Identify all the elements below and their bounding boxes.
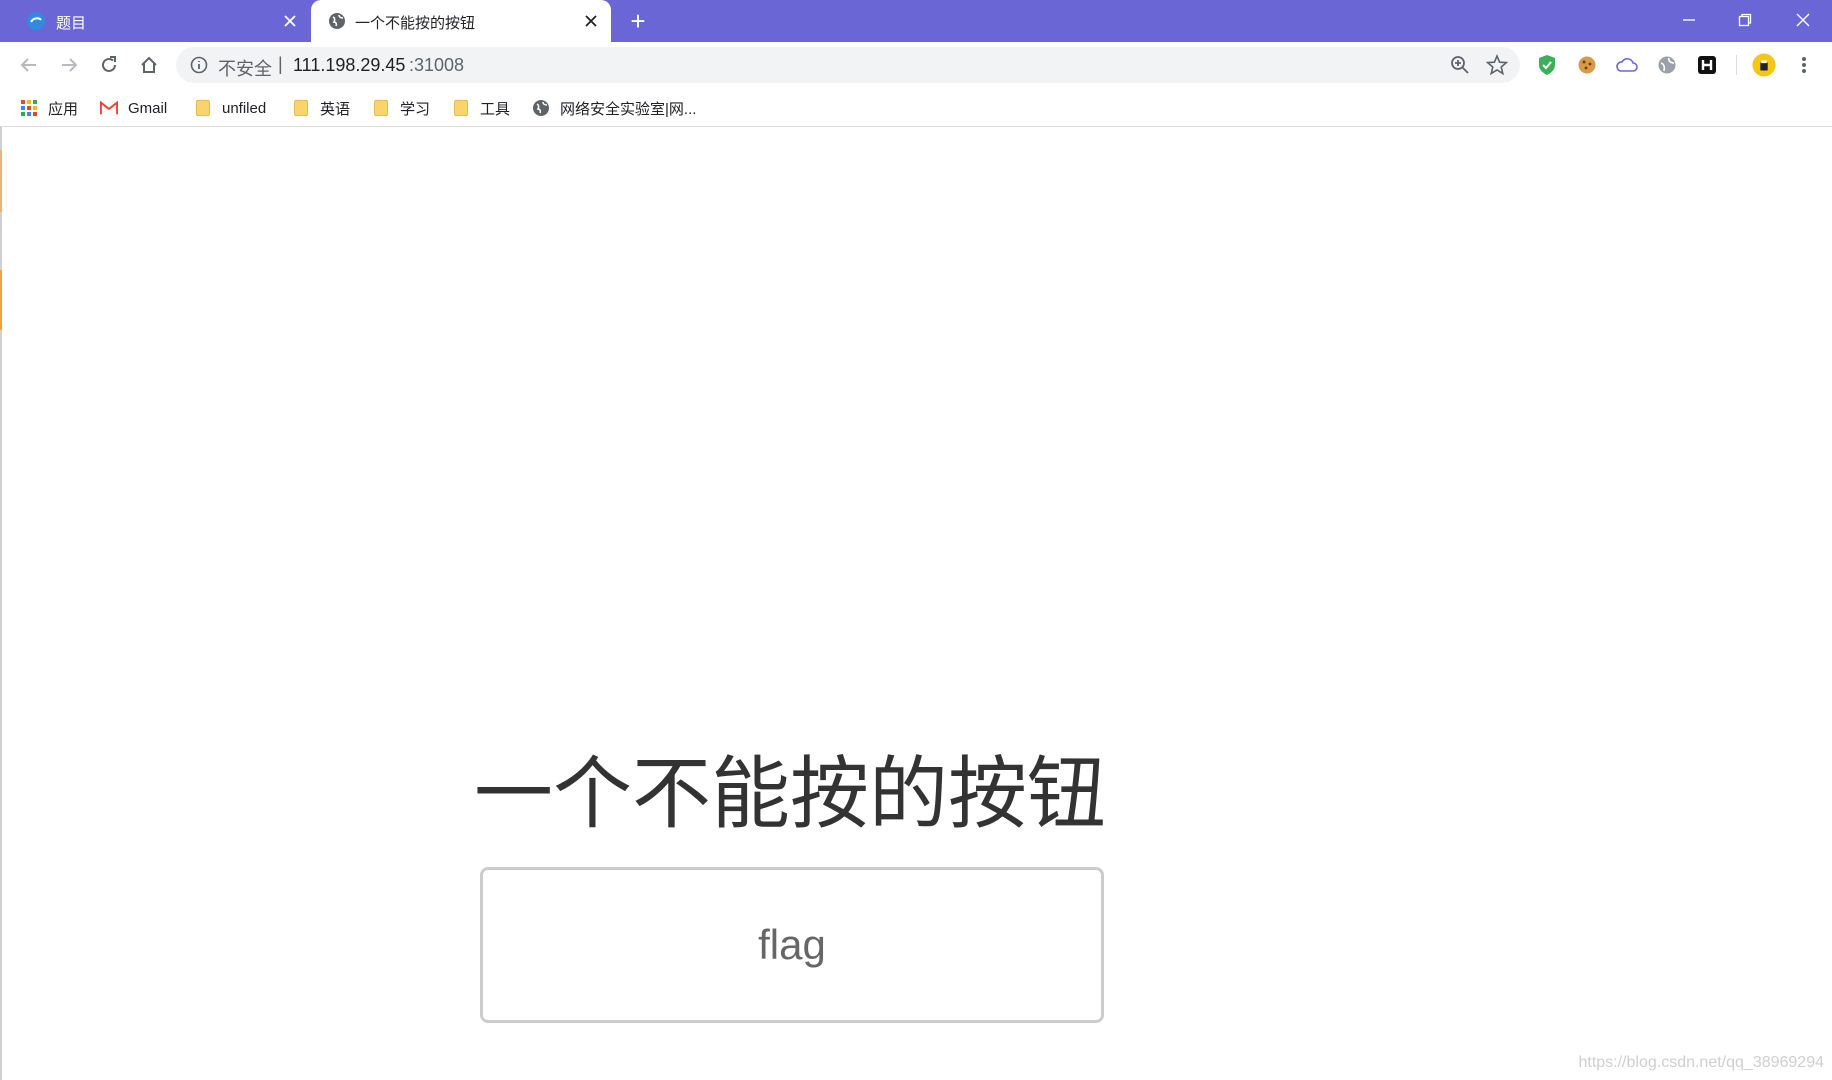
- folder-icon: [194, 99, 212, 117]
- tab-strip: 题目 一个不能按的按钮 +: [0, 0, 1832, 42]
- bookmark-star-icon[interactable]: [1485, 53, 1509, 76]
- globe-icon: [327, 11, 347, 31]
- bookmark-label: 英语: [320, 100, 351, 118]
- bookmark-label: 网络安全实验室|网...: [560, 100, 697, 118]
- back-button[interactable]: [14, 50, 44, 80]
- bookmark-label: Gmail: [128, 99, 168, 117]
- menu-icon[interactable]: [1792, 53, 1816, 77]
- address-separator: |: [278, 54, 283, 74]
- restore-button[interactable]: [1725, 6, 1765, 34]
- window-left-edge-accent: [0, 270, 2, 330]
- bookmark-folder-tools[interactable]: 工具: [452, 97, 510, 119]
- gmail-icon: [100, 99, 118, 117]
- bookmarks-bar: 应用 Gmail unfiled 英语 学习 工具 网络安全实验室|网...: [0, 88, 1832, 127]
- folder-icon: [452, 99, 470, 117]
- bookmark-folder-study[interactable]: 学习: [372, 97, 430, 119]
- toolbar-divider: [1724, 53, 1748, 77]
- globe-extension-icon[interactable]: [1655, 53, 1679, 77]
- bookmark-apps[interactable]: 应用: [20, 97, 78, 119]
- close-window-button[interactable]: [1783, 6, 1823, 34]
- globe-icon: [532, 99, 550, 117]
- minimize-button[interactable]: [1669, 6, 1709, 34]
- address-bar[interactable]: 不安全 | 111.198.29.45 :31008: [176, 47, 1520, 83]
- tab-inactive[interactable]: 题目: [0, 0, 310, 42]
- apps-grid-icon: [20, 99, 38, 117]
- cloud-extension-icon[interactable]: [1615, 53, 1639, 77]
- tab-title: 题目: [56, 15, 87, 32]
- tab-title: 一个不能按的按钮: [355, 15, 476, 32]
- bookmark-folder-english[interactable]: 英语: [292, 97, 350, 119]
- new-tab-button[interactable]: +: [626, 8, 650, 34]
- close-tab-icon[interactable]: [280, 11, 300, 31]
- bookmark-label: unfiled: [222, 99, 267, 117]
- bookmark-security-lab[interactable]: 网络安全实验室|网...: [532, 97, 696, 119]
- cookie-extension-icon[interactable]: [1575, 53, 1599, 77]
- browser-toolbar: 不安全 | 111.198.29.45 :31008: [0, 42, 1832, 88]
- reload-button[interactable]: [94, 50, 124, 80]
- profile-avatar-icon[interactable]: [1752, 53, 1776, 77]
- bookmark-label: 应用: [48, 100, 79, 118]
- flag-button[interactable]: flag: [480, 867, 1104, 1023]
- watermark: https://blog.csdn.net/qq_38969294: [1578, 1054, 1824, 1071]
- url-port: :31008: [409, 55, 465, 75]
- h-extension-icon[interactable]: [1695, 53, 1719, 77]
- zoom-icon[interactable]: [1450, 55, 1470, 75]
- info-icon[interactable]: [190, 56, 208, 74]
- url-host: 111.198.29.45: [293, 55, 406, 75]
- site-favicon-icon: [26, 11, 46, 31]
- page-heading: 一个不能按的按钮: [474, 748, 1106, 840]
- home-button[interactable]: [134, 50, 164, 80]
- bookmark-label: 工具: [480, 100, 511, 118]
- security-status: 不安全: [218, 59, 272, 79]
- folder-icon: [292, 99, 310, 117]
- bookmark-gmail[interactable]: Gmail: [100, 97, 167, 119]
- tab-active[interactable]: 一个不能按的按钮: [311, 0, 611, 42]
- bookmark-folder-unfiled[interactable]: unfiled: [194, 97, 266, 119]
- forward-button[interactable]: [54, 50, 84, 80]
- window-left-edge-accent: [0, 150, 2, 212]
- close-tab-icon[interactable]: [581, 11, 601, 31]
- bookmark-label: 学习: [400, 100, 431, 118]
- folder-icon: [372, 99, 390, 117]
- shield-extension-icon[interactable]: [1535, 53, 1559, 77]
